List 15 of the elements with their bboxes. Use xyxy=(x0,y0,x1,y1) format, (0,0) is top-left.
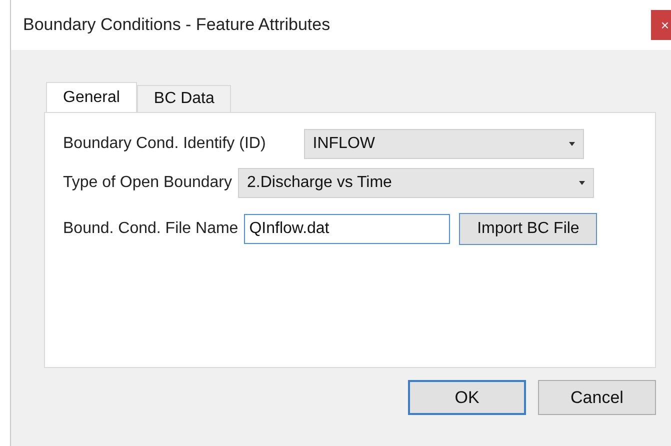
field-label: Type of Open Boundary xyxy=(63,173,232,193)
caret-icon xyxy=(568,142,575,146)
file-name-field[interactable]: QInflow.dat xyxy=(244,214,450,244)
tab[interactable]: BC Data xyxy=(136,85,232,112)
dropdown[interactable]: INFLOW xyxy=(304,129,584,159)
import-button[interactable]: Import BC File xyxy=(459,213,598,245)
close-button[interactable]: × xyxy=(651,10,671,40)
dialog-button[interactable]: OK xyxy=(408,380,526,415)
tab[interactable]: General xyxy=(46,82,137,112)
field-label: Boundary Cond. Identify (ID) xyxy=(63,134,266,154)
dialog-button[interactable]: Cancel xyxy=(538,380,656,415)
dropdown[interactable]: 2.Discharge vs Time xyxy=(238,168,594,198)
window-title: Boundary Conditions - Feature Attributes xyxy=(23,14,330,36)
caret-icon xyxy=(579,181,585,185)
field-label: Bound. Cond. File Name xyxy=(63,219,238,239)
